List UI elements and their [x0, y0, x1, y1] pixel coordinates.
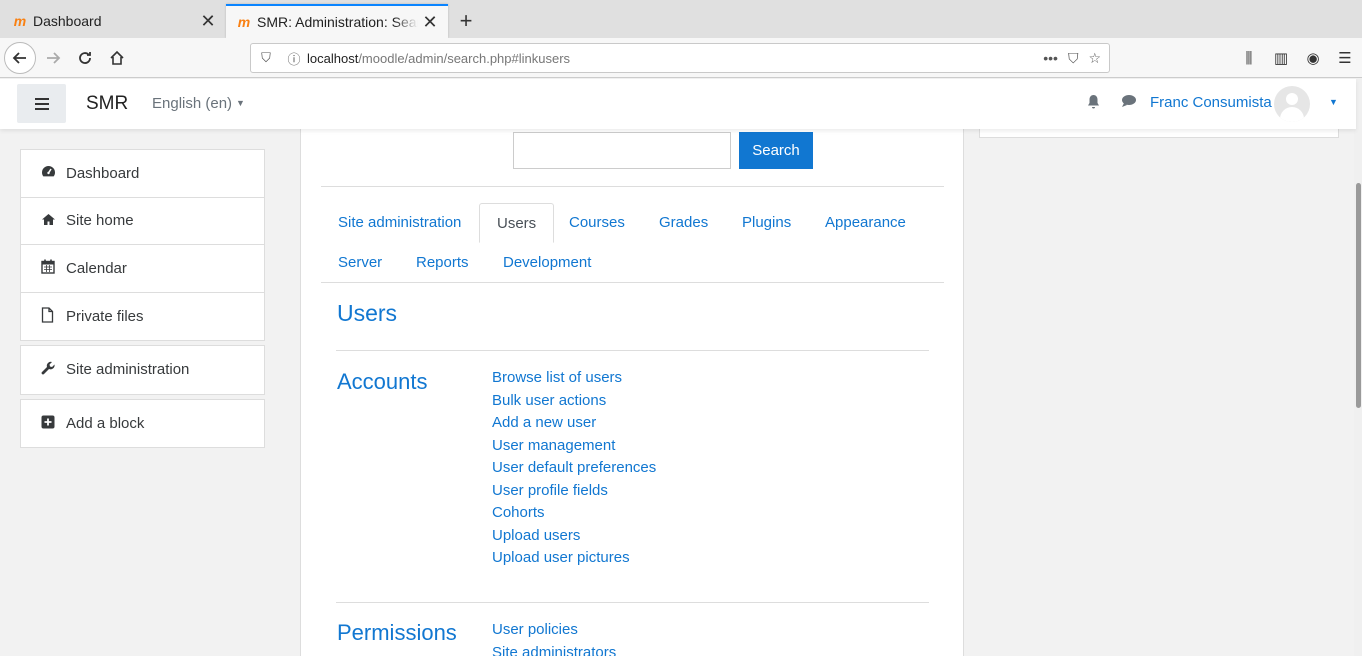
permissions-link-list: User policies Site administrators	[492, 620, 616, 656]
sidebar-item-label: Calendar	[66, 259, 127, 277]
nav-group-blocks: Add a block	[20, 398, 265, 448]
link-user-default-preferences[interactable]: User default preferences	[492, 458, 656, 481]
site-info-icon[interactable]: ⓘ	[281, 49, 307, 68]
notification-bell-icon[interactable]	[1086, 94, 1101, 114]
back-arrow-icon[interactable]	[4, 42, 36, 74]
sidebar-item-label: Private files	[66, 307, 144, 325]
admin-tabs: Site administration Users Courses Grades…	[321, 203, 944, 283]
link-user-profile-fields[interactable]: User profile fields	[492, 481, 656, 504]
file-icon	[41, 307, 66, 326]
library-icon[interactable]: ⫼	[1236, 44, 1262, 72]
user-menu-caret-icon[interactable]: ▼	[1329, 97, 1338, 107]
tachometer-icon	[41, 165, 66, 181]
tab-title: SMR: Administration: Search	[257, 14, 418, 30]
accounts-link-list: Browse list of users Bulk user actions A…	[492, 368, 656, 571]
menu-hamburger-icon[interactable]: ☰	[1332, 44, 1358, 72]
home-icon[interactable]	[102, 44, 132, 72]
page-actions-ellipsis-icon[interactable]: •••	[1043, 50, 1058, 67]
drawer-toggle-hamburger-icon[interactable]	[17, 84, 66, 123]
sidebar-item-label: Dashboard	[66, 164, 140, 182]
tab-title: Dashboard	[33, 13, 102, 29]
link-upload-users[interactable]: Upload users	[492, 526, 656, 549]
close-tab-icon[interactable]: ✕	[418, 12, 442, 33]
forward-arrow-icon[interactable]	[38, 44, 68, 72]
bookmark-star-icon[interactable]: ☆	[1088, 50, 1101, 67]
nav-drawer: Dashboard Site home Calendar Private fil…	[20, 149, 265, 452]
language-label: English (en)	[152, 95, 233, 112]
sidebar-item-label: Site home	[66, 212, 134, 230]
user-avatar[interactable]	[1274, 86, 1310, 122]
messages-chat-icon[interactable]	[1121, 94, 1137, 112]
tab-development[interactable]: Development	[486, 243, 608, 283]
calendar-icon	[41, 259, 66, 277]
wrench-icon	[41, 361, 66, 379]
account-icon[interactable]: ◉	[1300, 44, 1326, 72]
browser-tab-dashboard[interactable]: m Dashboard ✕	[0, 4, 226, 38]
moodle-m-icon: m	[13, 13, 27, 29]
tab-plugins[interactable]: Plugins	[725, 203, 808, 243]
language-menu[interactable]: English (en) ▼	[152, 95, 245, 112]
tab-server[interactable]: Server	[321, 243, 399, 283]
sidebar-item-site-administration[interactable]: Site administration	[21, 346, 264, 394]
link-cohorts[interactable]: Cohorts	[492, 503, 656, 526]
divider	[321, 186, 944, 187]
tracking-shield-icon[interactable]: ⛉	[251, 50, 281, 66]
moodle-page: SMR English (en) ▼ Franc Consumista ▼ Das…	[0, 79, 1362, 656]
divider	[336, 350, 929, 351]
category-title-accounts[interactable]: Accounts	[337, 369, 428, 395]
link-user-management[interactable]: User management	[492, 436, 656, 459]
sidebar-item-add-block[interactable]: Add a block	[21, 400, 264, 448]
link-browse-users[interactable]: Browse list of users	[492, 368, 656, 391]
nav-group-main: Dashboard Site home Calendar Private fil…	[20, 149, 265, 341]
search-button[interactable]: Search	[739, 132, 813, 169]
caret-down-icon: ▼	[236, 98, 245, 108]
sidebar-item-private-files[interactable]: Private files	[21, 293, 264, 341]
browser-tab-administration[interactable]: m SMR: Administration: Search ✕	[226, 4, 448, 38]
link-bulk-user-actions[interactable]: Bulk user actions	[492, 391, 656, 414]
browser-tab-strip: m Dashboard ✕ m SMR: Administration: Sea…	[0, 0, 1362, 38]
url-host: localhost	[307, 50, 359, 66]
sidebar-item-label: Site administration	[66, 361, 190, 379]
reload-icon[interactable]	[70, 44, 100, 72]
moodle-navbar: SMR English (en) ▼ Franc Consumista ▼	[0, 79, 1356, 129]
link-add-new-user[interactable]: Add a new user	[492, 413, 656, 436]
link-site-administrators[interactable]: Site administrators	[492, 643, 616, 656]
sidebar-toggle-icon[interactable]: ▥	[1268, 44, 1294, 72]
tab-courses[interactable]: Courses	[552, 203, 642, 243]
sidebar-item-dashboard[interactable]: Dashboard	[21, 150, 264, 198]
moodle-m-icon: m	[237, 14, 251, 30]
url-text[interactable]: localhost/moodle/admin/search.php#linkus…	[307, 51, 1043, 66]
tab-users[interactable]: Users	[479, 203, 555, 243]
sidebar-item-calendar[interactable]: Calendar	[21, 245, 264, 293]
tabs-divider	[321, 282, 944, 283]
admin-search-input[interactable]	[513, 132, 731, 169]
new-tab-plus-icon[interactable]: +	[454, 6, 478, 36]
browser-toolbar: ⛉ ⓘ localhost/moodle/admin/search.php#li…	[0, 38, 1362, 78]
page-scrollbar-thumb[interactable]	[1356, 183, 1361, 408]
page-title[interactable]: Users	[337, 300, 397, 327]
url-path: /moodle/admin/search.php#linkusers	[358, 50, 571, 66]
user-name-link[interactable]: Franc Consumista	[1150, 94, 1272, 111]
divider	[336, 602, 929, 603]
close-tab-icon[interactable]: ✕	[196, 11, 220, 32]
link-upload-user-pictures[interactable]: Upload user pictures	[492, 548, 656, 571]
sidebar-item-label: Add a block	[66, 414, 145, 432]
url-bar[interactable]: ⛉ ⓘ localhost/moodle/admin/search.php#li…	[250, 43, 1110, 73]
plus-square-icon	[41, 415, 66, 432]
home-icon	[41, 213, 66, 229]
pocket-icon[interactable]: ⛉	[1068, 50, 1079, 67]
link-user-policies[interactable]: User policies	[492, 620, 616, 643]
sidebar-item-site-home[interactable]: Site home	[21, 198, 264, 245]
tab-appearance[interactable]: Appearance	[808, 203, 923, 243]
main-content: Search Site administration Users Courses…	[300, 129, 964, 656]
site-brand[interactable]: SMR	[86, 93, 128, 115]
nav-group-admin: Site administration	[20, 345, 265, 395]
tab-reports[interactable]: Reports	[399, 243, 486, 283]
right-block-region	[979, 129, 1339, 138]
tab-site-administration[interactable]: Site administration	[321, 203, 478, 243]
tab-grades[interactable]: Grades	[642, 203, 725, 243]
category-title-permissions[interactable]: Permissions	[337, 620, 457, 646]
